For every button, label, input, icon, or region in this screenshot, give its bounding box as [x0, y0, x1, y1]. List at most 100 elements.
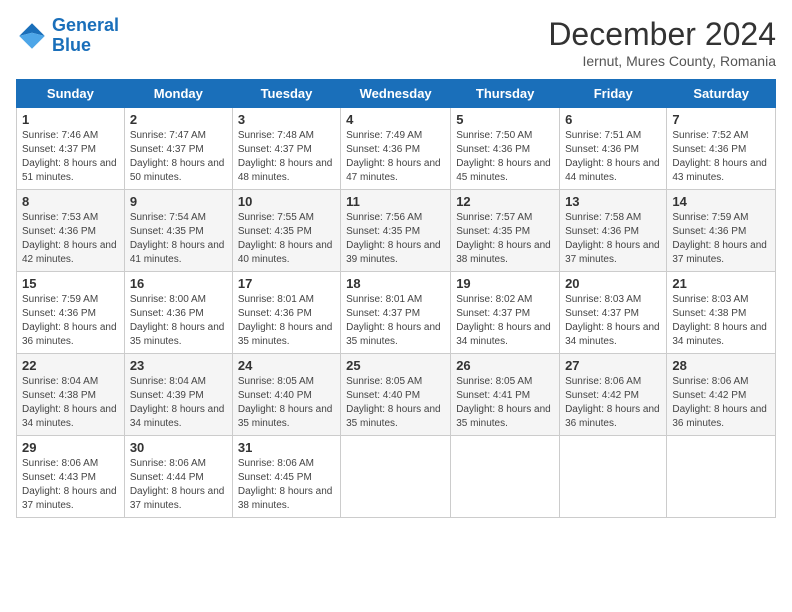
day-detail: Sunrise: 8:03 AMSunset: 4:38 PMDaylight:…: [672, 293, 770, 349]
location-title: Iernut, Mures County, Romania: [548, 53, 776, 69]
day-detail: Sunrise: 7:59 AMSunset: 4:36 PMDaylight:…: [22, 293, 119, 349]
day-detail: Sunrise: 7:52 AMSunset: 4:36 PMDaylight:…: [672, 129, 770, 185]
calendar-header: Sunday Monday Tuesday Wednesday Thursday…: [17, 80, 776, 108]
calendar-cell: 8Sunrise: 7:53 AMSunset: 4:36 PMDaylight…: [17, 190, 125, 272]
day-detail: Sunrise: 7:55 AMSunset: 4:35 PMDaylight:…: [238, 211, 335, 267]
day-number: 30: [130, 440, 227, 455]
day-number: 3: [238, 112, 335, 127]
header-sunday: Sunday: [17, 80, 125, 108]
day-detail: Sunrise: 8:01 AMSunset: 4:36 PMDaylight:…: [238, 293, 335, 349]
logo-line2: Blue: [52, 35, 91, 55]
day-detail: Sunrise: 7:54 AMSunset: 4:35 PMDaylight:…: [130, 211, 227, 267]
calendar-cell: 10Sunrise: 7:55 AMSunset: 4:35 PMDayligh…: [232, 190, 340, 272]
day-detail: Sunrise: 8:02 AMSunset: 4:37 PMDaylight:…: [456, 293, 554, 349]
day-detail: Sunrise: 8:05 AMSunset: 4:40 PMDaylight:…: [346, 375, 445, 431]
week-row-4: 22 Sunrise: 8:04 AMSunset: 4:38 PMDayligh…: [17, 354, 776, 436]
day-number: 7: [672, 112, 770, 127]
day-detail: Sunrise: 8:06 AMSunset: 4:44 PMDaylight:…: [130, 457, 227, 513]
day-number: 5: [456, 112, 554, 127]
title-area: December 2024 Iernut, Mures County, Roma…: [548, 16, 776, 69]
day-detail: Sunrise: 8:06 AMSunset: 4:42 PMDaylight:…: [565, 375, 661, 431]
day-number: 12: [456, 194, 554, 209]
calendar-cell: 19 Sunrise: 8:02 AMSunset: 4:37 PMDayligh…: [451, 272, 560, 354]
day-number: 21: [672, 276, 770, 291]
calendar-cell: 15 Sunrise: 7:59 AMSunset: 4:36 PMDayligh…: [17, 272, 125, 354]
calendar-cell: 2Sunrise: 7:47 AMSunset: 4:37 PMDaylight…: [124, 108, 232, 190]
day-detail: Sunrise: 8:00 AMSunset: 4:36 PMDaylight:…: [130, 293, 227, 349]
day-detail: Sunrise: 8:06 AMSunset: 4:42 PMDaylight:…: [672, 375, 770, 431]
day-detail: Sunrise: 8:01 AMSunset: 4:37 PMDaylight:…: [346, 293, 445, 349]
day-detail: Sunrise: 7:48 AMSunset: 4:37 PMDaylight:…: [238, 129, 335, 185]
header-monday: Monday: [124, 80, 232, 108]
calendar-cell: 9Sunrise: 7:54 AMSunset: 4:35 PMDaylight…: [124, 190, 232, 272]
calendar-cell: 16 Sunrise: 8:00 AMSunset: 4:36 PMDayligh…: [124, 272, 232, 354]
calendar-cell: 12 Sunrise: 7:57 AMSunset: 4:35 PMDayligh…: [451, 190, 560, 272]
day-detail: Sunrise: 8:06 AMSunset: 4:43 PMDaylight:…: [22, 457, 119, 513]
calendar-cell: 17Sunrise: 8:01 AMSunset: 4:36 PMDayligh…: [232, 272, 340, 354]
day-detail: Sunrise: 8:06 AMSunset: 4:45 PMDaylight:…: [238, 457, 335, 513]
calendar-cell: [341, 436, 451, 518]
day-number: 26: [456, 358, 554, 373]
day-detail: Sunrise: 8:04 AMSunset: 4:39 PMDaylight:…: [130, 375, 227, 431]
header-friday: Friday: [560, 80, 667, 108]
calendar-cell: 21 Sunrise: 8:03 AMSunset: 4:38 PMDayligh…: [667, 272, 776, 354]
calendar-cell: 14 Sunrise: 7:59 AMSunset: 4:36 PMDayligh…: [667, 190, 776, 272]
week-row-2: 8Sunrise: 7:53 AMSunset: 4:36 PMDaylight…: [17, 190, 776, 272]
logo-icon: [16, 20, 48, 52]
day-number: 25: [346, 358, 445, 373]
day-number: 28: [672, 358, 770, 373]
month-title: December 2024: [548, 16, 776, 53]
day-detail: Sunrise: 8:04 AMSunset: 4:38 PMDaylight:…: [22, 375, 119, 431]
calendar-cell: 20 Sunrise: 8:03 AMSunset: 4:37 PMDayligh…: [560, 272, 667, 354]
calendar-cell: 7 Sunrise: 7:52 AMSunset: 4:36 PMDaylight…: [667, 108, 776, 190]
header-wednesday: Wednesday: [341, 80, 451, 108]
calendar-table: Sunday Monday Tuesday Wednesday Thursday…: [16, 79, 776, 518]
day-number: 2: [130, 112, 227, 127]
calendar-cell: 27 Sunrise: 8:06 AMSunset: 4:42 PMDayligh…: [560, 354, 667, 436]
day-number: 19: [456, 276, 554, 291]
day-number: 16: [130, 276, 227, 291]
calendar-cell: 4Sunrise: 7:49 AMSunset: 4:36 PMDaylight…: [341, 108, 451, 190]
logo: General Blue: [16, 16, 119, 56]
header-saturday: Saturday: [667, 80, 776, 108]
header-row: Sunday Monday Tuesday Wednesday Thursday…: [17, 80, 776, 108]
day-detail: Sunrise: 8:03 AMSunset: 4:37 PMDaylight:…: [565, 293, 661, 349]
calendar-cell: 31 Sunrise: 8:06 AMSunset: 4:45 PMDayligh…: [232, 436, 340, 518]
day-number: 13: [565, 194, 661, 209]
calendar-cell: 18 Sunrise: 8:01 AMSunset: 4:37 PMDayligh…: [341, 272, 451, 354]
calendar-cell: 5 Sunrise: 7:50 AMSunset: 4:36 PMDaylight…: [451, 108, 560, 190]
day-detail: Sunrise: 7:50 AMSunset: 4:36 PMDaylight:…: [456, 129, 554, 185]
day-detail: Sunrise: 8:05 AMSunset: 4:41 PMDaylight:…: [456, 375, 554, 431]
day-number: 18: [346, 276, 445, 291]
day-number: 14: [672, 194, 770, 209]
day-detail: Sunrise: 7:57 AMSunset: 4:35 PMDaylight:…: [456, 211, 554, 267]
calendar-cell: 6 Sunrise: 7:51 AMSunset: 4:36 PMDaylight…: [560, 108, 667, 190]
calendar-cell: 24Sunrise: 8:05 AMSunset: 4:40 PMDayligh…: [232, 354, 340, 436]
day-number: 23: [130, 358, 227, 373]
day-number: 27: [565, 358, 661, 373]
calendar-cell: 30 Sunrise: 8:06 AMSunset: 4:44 PMDayligh…: [124, 436, 232, 518]
calendar-cell: [667, 436, 776, 518]
calendar-cell: 1 Sunrise: 7:46 AMSunset: 4:37 PMDaylight…: [17, 108, 125, 190]
day-number: 31: [238, 440, 335, 455]
day-detail: Sunrise: 7:59 AMSunset: 4:36 PMDaylight:…: [672, 211, 770, 267]
day-number: 4: [346, 112, 445, 127]
calendar-cell: 13 Sunrise: 7:58 AMSunset: 4:36 PMDayligh…: [560, 190, 667, 272]
logo-line1: General: [52, 15, 119, 35]
calendar-cell: 25 Sunrise: 8:05 AMSunset: 4:40 PMDayligh…: [341, 354, 451, 436]
day-number: 1: [22, 112, 119, 127]
day-detail: Sunrise: 7:58 AMSunset: 4:36 PMDaylight:…: [565, 211, 661, 267]
calendar-cell: 28 Sunrise: 8:06 AMSunset: 4:42 PMDayligh…: [667, 354, 776, 436]
header-thursday: Thursday: [451, 80, 560, 108]
day-detail: Sunrise: 7:46 AMSunset: 4:37 PMDaylight:…: [22, 129, 119, 185]
day-number: 22: [22, 358, 119, 373]
day-number: 20: [565, 276, 661, 291]
week-row-5: 29Sunrise: 8:06 AMSunset: 4:43 PMDayligh…: [17, 436, 776, 518]
day-number: 6: [565, 112, 661, 127]
day-number: 15: [22, 276, 119, 291]
day-number: 8: [22, 194, 119, 209]
logo-text: General Blue: [52, 16, 119, 56]
calendar-cell: 22 Sunrise: 8:04 AMSunset: 4:38 PMDayligh…: [17, 354, 125, 436]
day-detail: Sunrise: 7:51 AMSunset: 4:36 PMDaylight:…: [565, 129, 661, 185]
calendar-cell: 23 Sunrise: 8:04 AMSunset: 4:39 PMDayligh…: [124, 354, 232, 436]
